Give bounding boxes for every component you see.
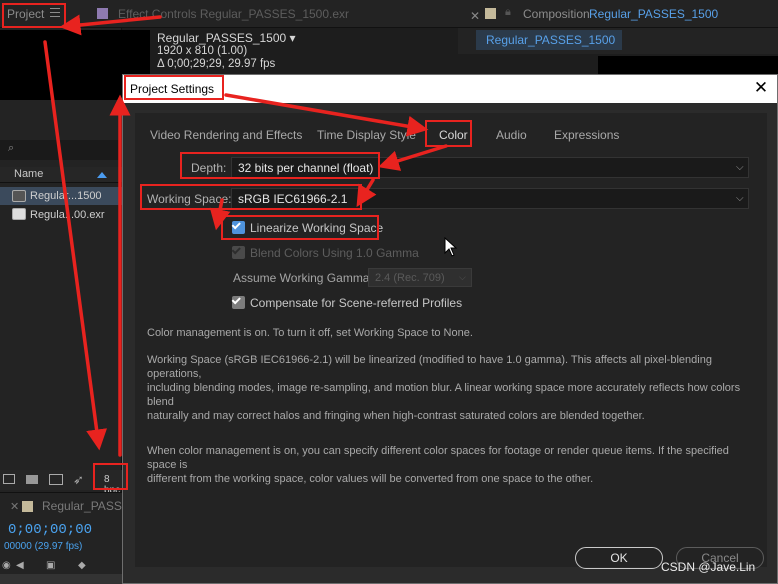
annotation-arrows bbox=[43, 14, 448, 457]
arrow-to-project-tab bbox=[59, 14, 162, 36]
watermark: CSDN @Jave.Lin bbox=[661, 560, 756, 574]
arrow-to-linearize bbox=[209, 198, 231, 231]
arrow-to-color-tab bbox=[224, 93, 429, 137]
arrow-to-working-space bbox=[356, 178, 377, 207]
arrow-to-bit-depth bbox=[43, 40, 108, 451]
arrow-to-depth bbox=[377, 144, 448, 171]
